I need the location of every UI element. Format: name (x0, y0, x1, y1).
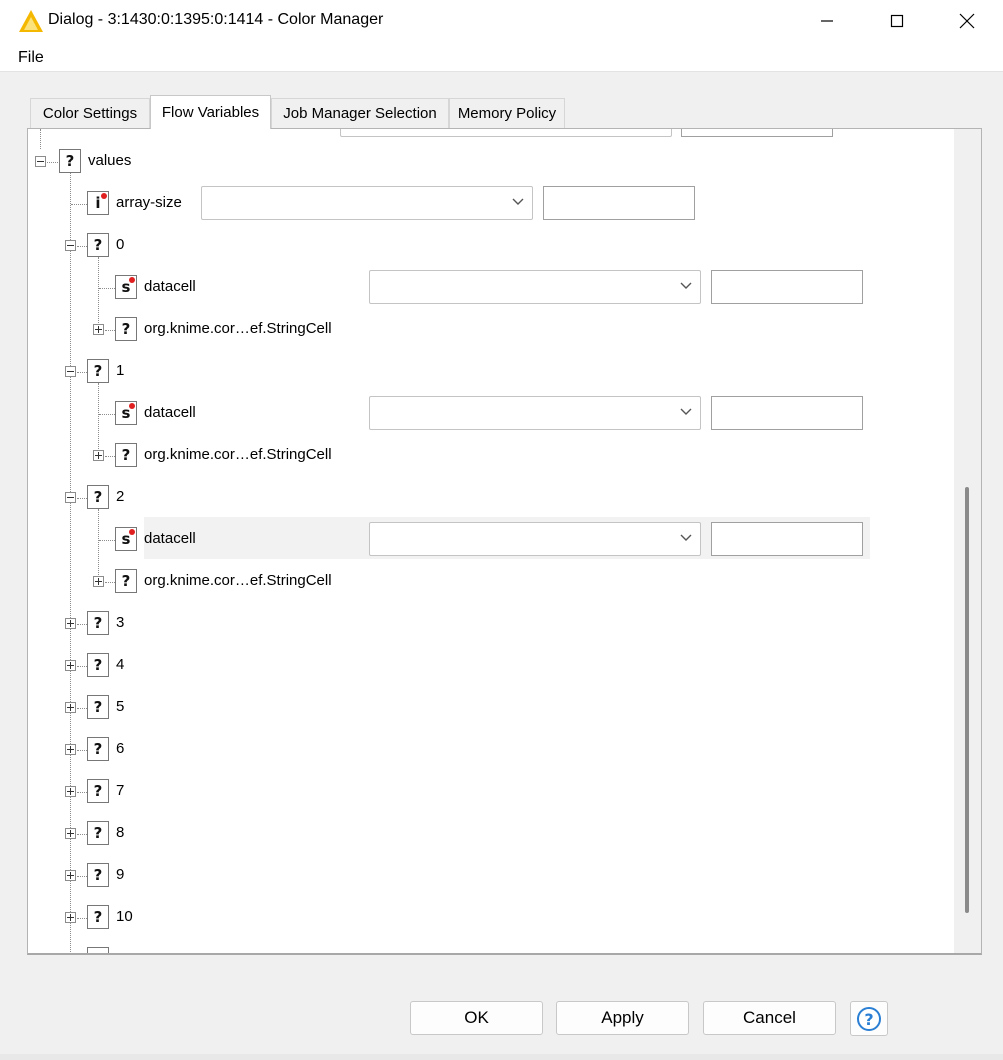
node-label-datacell: datacell (144, 278, 196, 295)
item-8-expand-toggle[interactable] (65, 828, 76, 839)
unknown-type-icon: ? (87, 863, 109, 887)
unknown-type-icon: ? (87, 233, 109, 257)
unknown-type-icon: ? (87, 611, 109, 635)
window-title: Dialog - 3:1430:0:1395:0:1414 - Color Ma… (48, 11, 384, 28)
item-6-expand-toggle[interactable] (65, 744, 76, 755)
minimize-icon (821, 20, 833, 22)
unknown-type-icon: ? (87, 359, 109, 383)
datacell-2-variable-select[interactable] (369, 522, 701, 556)
unknown-type-icon: ? (87, 737, 109, 761)
partial-value-field[interactable] (681, 129, 833, 137)
integer-type-icon: i (87, 191, 109, 215)
item-1-collapse-toggle[interactable] (65, 366, 76, 377)
unknown-type-icon: ? (59, 149, 81, 173)
maximize-icon (890, 14, 904, 28)
stringcell-2-expand-toggle[interactable] (93, 576, 104, 587)
node-label-stringcell: org.knime.cor…ef.StringCell (144, 572, 332, 589)
menu-bar: File (0, 42, 1003, 72)
apply-button[interactable]: Apply (556, 1001, 689, 1035)
node-label-item-8: 8 (116, 824, 125, 841)
minimize-button[interactable] (792, 0, 862, 42)
array-size-value-field[interactable] (543, 186, 695, 220)
datacell-0-variable-select[interactable] (369, 270, 701, 304)
unknown-type-icon: ? (115, 569, 137, 593)
node-label-item-2: 2 (116, 488, 125, 505)
help-question-icon: ? (857, 1006, 881, 1031)
tab-job-manager-selection[interactable]: Job Manager Selection (271, 98, 449, 128)
tab-memory-policy[interactable]: Memory Policy (449, 98, 565, 128)
ok-button[interactable]: OK (410, 1001, 543, 1035)
item-5-expand-toggle[interactable] (65, 702, 76, 713)
unknown-type-icon (87, 947, 109, 953)
node-label-item-4: 4 (116, 656, 125, 673)
unknown-type-icon: ? (87, 905, 109, 929)
node-label-item-0: 0 (116, 236, 125, 253)
node-label-values: values (88, 152, 132, 169)
app-warning-icon (19, 10, 43, 32)
svg-text:?: ? (864, 1010, 873, 1029)
partial-variable-combo[interactable] (340, 129, 672, 137)
close-button[interactable] (932, 0, 1002, 42)
menu-file[interactable]: File (18, 49, 44, 67)
item-0-collapse-toggle[interactable] (65, 240, 76, 251)
chevron-down-icon (680, 534, 692, 541)
flow-variables-panel: ? values i array-size ? 0 s datacell ? o… (27, 128, 982, 955)
node-label-item-3: 3 (116, 614, 125, 631)
window-bottom-edge (0, 1054, 1003, 1060)
stringcell-1-expand-toggle[interactable] (93, 450, 104, 461)
item-2-collapse-toggle[interactable] (65, 492, 76, 503)
item-10-expand-toggle[interactable] (65, 912, 76, 923)
unknown-type-icon: ? (87, 653, 109, 677)
item-3-expand-toggle[interactable] (65, 618, 76, 629)
title-bar: Dialog - 3:1430:0:1395:0:1414 - Color Ma… (0, 0, 1003, 42)
string-type-icon: s (115, 275, 137, 299)
node-label-datacell: datacell (144, 530, 196, 547)
node-label-stringcell: org.knime.cor…ef.StringCell (144, 446, 332, 463)
datacell-2-value-field[interactable] (711, 522, 863, 556)
close-icon (959, 13, 975, 29)
tree-view: ? values i array-size ? 0 s datacell ? o… (28, 129, 954, 953)
unknown-type-icon: ? (87, 695, 109, 719)
unknown-type-icon: ? (115, 317, 137, 341)
chevron-down-icon (680, 408, 692, 415)
unknown-type-icon: ? (87, 485, 109, 509)
array-size-variable-select[interactable] (201, 186, 533, 220)
node-label-item-1: 1 (116, 362, 125, 379)
datacell-0-value-field[interactable] (711, 270, 863, 304)
cancel-button[interactable]: Cancel (703, 1001, 836, 1035)
node-label-item-6: 6 (116, 740, 125, 757)
maximize-button[interactable] (862, 0, 932, 42)
item-4-expand-toggle[interactable] (65, 660, 76, 671)
unknown-type-icon: ? (115, 443, 137, 467)
unknown-type-icon: ? (87, 821, 109, 845)
node-label-datacell: datacell (144, 404, 196, 421)
node-label-item-10: 10 (116, 908, 133, 925)
node-label-stringcell: org.knime.cor…ef.StringCell (144, 320, 332, 337)
chevron-down-icon (680, 282, 692, 289)
datacell-1-variable-select[interactable] (369, 396, 701, 430)
item-7-expand-toggle[interactable] (65, 786, 76, 797)
string-type-icon: s (115, 401, 137, 425)
values-collapse-toggle[interactable] (35, 156, 46, 167)
help-button[interactable]: ? (850, 1001, 888, 1036)
unknown-type-icon: ? (87, 779, 109, 803)
vertical-scrollbar[interactable] (954, 129, 981, 953)
chevron-down-icon (512, 198, 524, 205)
string-type-icon: s (115, 527, 137, 551)
stringcell-0-expand-toggle[interactable] (93, 324, 104, 335)
datacell-1-value-field[interactable] (711, 396, 863, 430)
node-label-item-9: 9 (116, 866, 125, 883)
tab-flow-variables[interactable]: Flow Variables (150, 95, 271, 129)
scrollbar-thumb[interactable] (965, 487, 969, 913)
tab-color-settings[interactable]: Color Settings (30, 98, 150, 128)
item-9-expand-toggle[interactable] (65, 870, 76, 881)
node-label-item-5: 5 (116, 698, 125, 715)
node-label-item-7: 7 (116, 782, 125, 799)
node-label-array-size: array-size (116, 194, 182, 211)
